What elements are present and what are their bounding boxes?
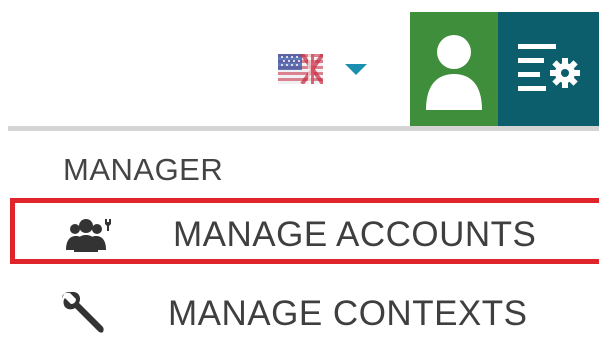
- uk-flag-icon[interactable]: [278, 52, 325, 86]
- caret-down-icon[interactable]: [345, 64, 367, 75]
- menu-item-manage-accounts[interactable]: MANAGE ACCOUNTS: [10, 198, 599, 264]
- wrench-icon: [60, 291, 106, 343]
- settings-menu-button[interactable]: [498, 12, 599, 126]
- user-button[interactable]: [410, 12, 498, 126]
- menu-item-label: MANAGE ACCOUNTS: [173, 215, 537, 254]
- menu-item-manage-contexts[interactable]: MANAGE CONTEXTS: [10, 278, 599, 338]
- section-title: MANAGER: [63, 152, 224, 187]
- accounts-icon: [65, 217, 113, 260]
- menu-settings-icon: [518, 44, 580, 91]
- header-divider: [8, 126, 599, 131]
- menu-item-label: MANAGE CONTEXTS: [168, 294, 528, 333]
- top-bar: [0, 0, 599, 126]
- user-icon: [426, 35, 482, 110]
